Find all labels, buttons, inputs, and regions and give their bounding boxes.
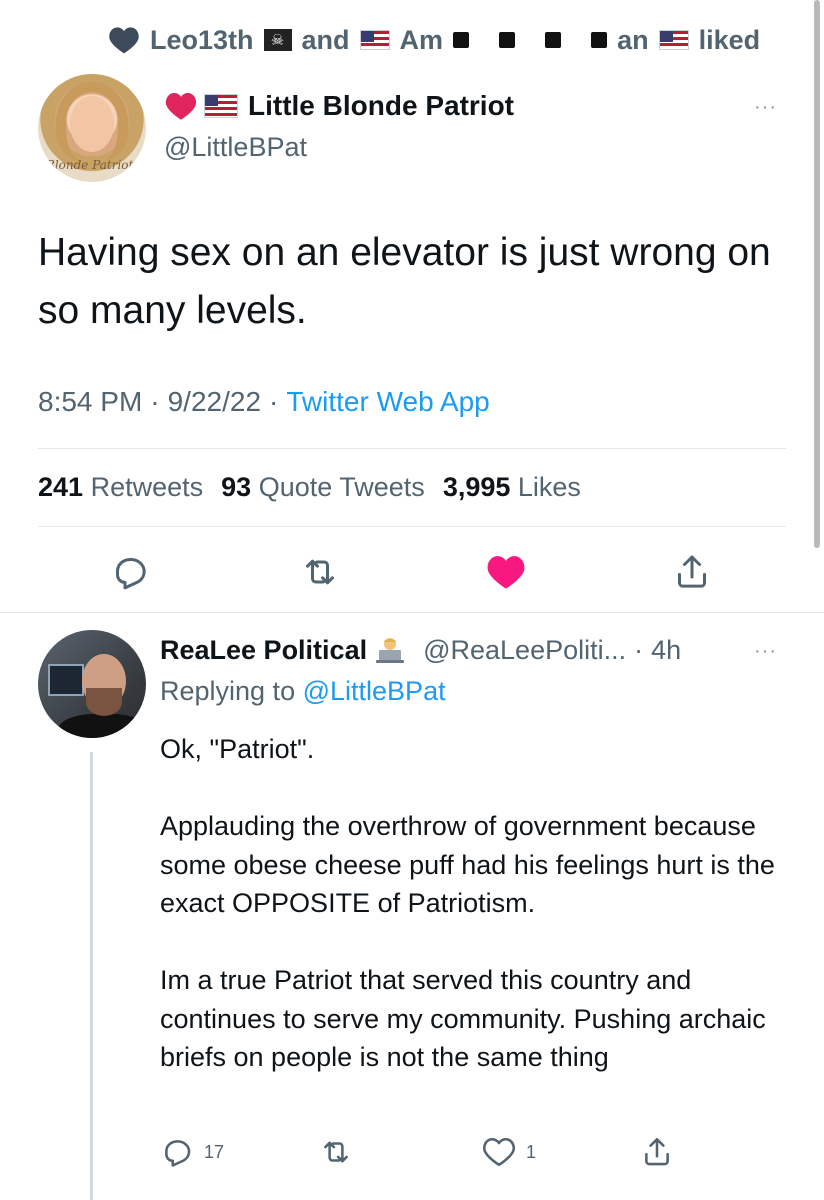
- reply-share-button[interactable]: [640, 1134, 674, 1170]
- like-count: 1: [526, 1141, 537, 1162]
- reply-display-name[interactable]: ReaLee Political: [160, 635, 367, 666]
- tweet-meta: 8:54 PM · 9/22/22 · Twitter Web App: [38, 386, 490, 418]
- reply-paragraph: Applauding the overthrow of government b…: [160, 811, 775, 918]
- us-flag-icon: [204, 94, 238, 118]
- us-flag-icon: [658, 30, 689, 50]
- heart-icon: [483, 1137, 515, 1167]
- liked-heart-icon: [487, 556, 525, 589]
- pirate-flag-icon: ☠: [263, 29, 292, 51]
- replying-to: Replying to @LittleBPat: [160, 676, 446, 706]
- more-icon[interactable]: ···: [754, 640, 777, 663]
- reply-retweet-button[interactable]: [318, 1134, 354, 1170]
- us-flag-icon: [359, 30, 390, 50]
- tweet-source[interactable]: Twitter Web App: [286, 386, 489, 418]
- username-handle[interactable]: @LittleBPat: [164, 132, 307, 163]
- likes-stat[interactable]: 3,995 Likes: [443, 472, 581, 503]
- reply-text: Ok, "Patriot". Applauding the overthrow …: [160, 730, 800, 1077]
- share-icon: [678, 555, 706, 588]
- square-icon: [591, 32, 608, 48]
- tweet-time[interactable]: 8:54 PM: [38, 386, 142, 418]
- retweet-button[interactable]: [298, 550, 342, 594]
- reply-count: 17: [204, 1141, 225, 1162]
- share-button[interactable]: [670, 550, 714, 594]
- reply-like-button[interactable]: 1: [482, 1134, 536, 1170]
- square-icon: [545, 32, 562, 48]
- quotes-stat[interactable]: 93 Quote Tweets: [221, 472, 425, 503]
- replying-to-link[interactable]: @LittleBPat: [303, 676, 446, 706]
- reply-icon: [116, 558, 146, 590]
- reply-paragraph: Im a true Patriot that served this count…: [160, 965, 766, 1072]
- avatar[interactable]: Blonde Patriot: [38, 74, 146, 182]
- laptop-emoji-icon: [376, 638, 405, 663]
- social-context[interactable]: Leo13th ☠ and Am an liked: [108, 22, 760, 58]
- reply-header[interactable]: ReaLee Political @ReaLeePoliti... · 4h: [160, 632, 681, 668]
- author-name-row[interactable]: Little Blonde Patriot: [164, 88, 514, 124]
- share-icon: [645, 1137, 669, 1166]
- retweet-icon: [306, 559, 334, 585]
- liker-name-1[interactable]: Leo13th: [150, 25, 254, 56]
- more-icon[interactable]: ···: [754, 96, 777, 119]
- thread-line: [90, 752, 93, 1200]
- tweet-date[interactable]: 9/22/22: [168, 386, 261, 418]
- divider: [0, 612, 824, 613]
- heart-icon: [109, 27, 139, 54]
- liker-name-2-suffix[interactable]: an: [617, 25, 649, 56]
- reply-paragraph: Ok, "Patriot".: [160, 734, 315, 764]
- reply-avatar[interactable]: [38, 630, 146, 738]
- reply-actions: 17 1: [0, 1134, 824, 1170]
- tweet-stats: 241 Retweets 93 Quote Tweets 3,995 Likes: [38, 472, 581, 503]
- tweet-actions: [0, 550, 824, 594]
- liked-text: liked: [698, 24, 761, 55]
- like-button[interactable]: [484, 550, 528, 594]
- display-name[interactable]: Little Blonde Patriot: [248, 90, 514, 122]
- red-heart-icon: [165, 93, 197, 120]
- avatar-signature: Blonde Patriot: [46, 158, 134, 172]
- retweets-stat[interactable]: 241 Retweets: [38, 472, 203, 503]
- divider: [38, 448, 786, 449]
- reply-handle[interactable]: @ReaLeePoliti...: [423, 635, 626, 666]
- divider: [38, 526, 786, 527]
- square-icon: [453, 32, 470, 48]
- liker-name-2-prefix[interactable]: Am: [400, 25, 444, 56]
- retweet-icon: [324, 1141, 348, 1163]
- reply-time[interactable]: 4h: [651, 635, 681, 666]
- tweet-text: Having sex on an elevator is just wrong …: [38, 231, 771, 332]
- reply-button[interactable]: [108, 550, 152, 594]
- and-text: and: [301, 24, 350, 55]
- square-icon: [499, 32, 516, 48]
- reply-icon: [165, 1140, 191, 1167]
- scrollbar[interactable]: [814, 0, 820, 548]
- reply-reply-button[interactable]: 17: [160, 1134, 224, 1170]
